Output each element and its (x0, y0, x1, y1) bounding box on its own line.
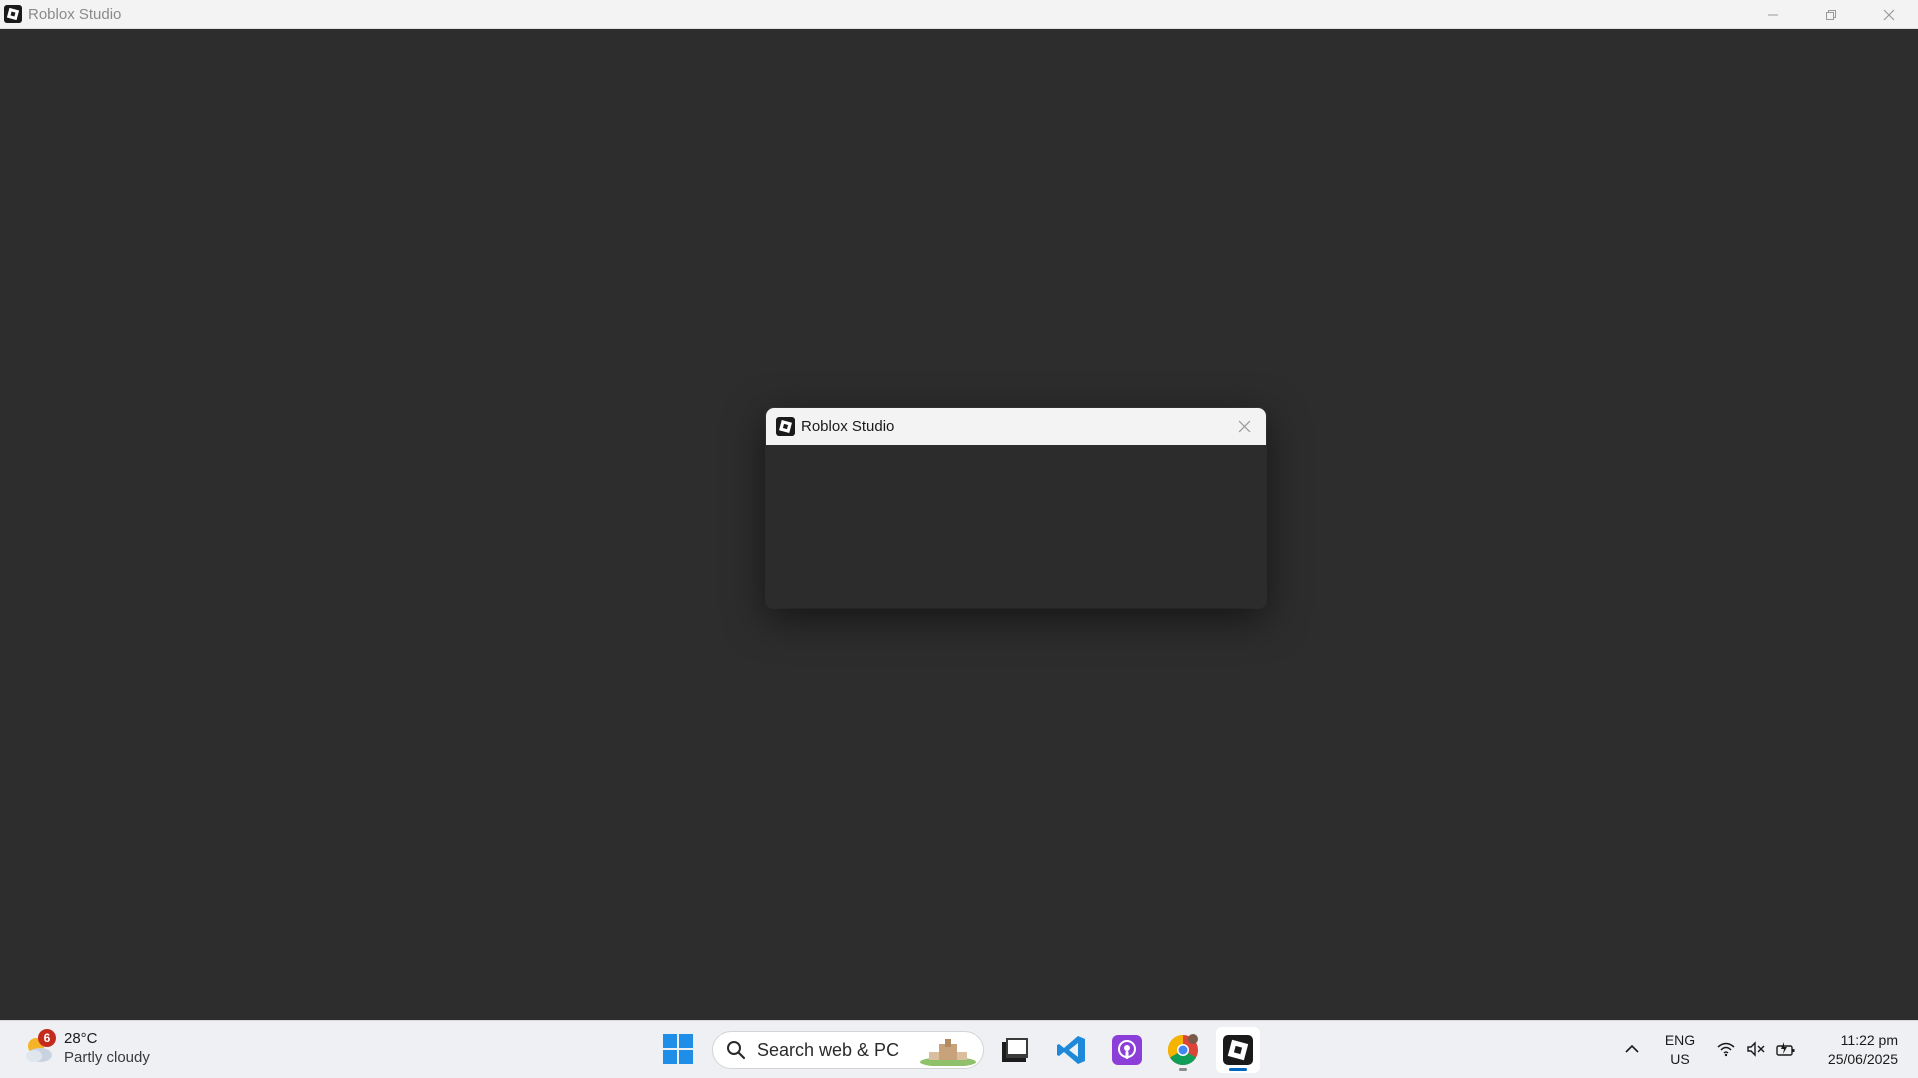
weather-condition: Partly cloudy (64, 1049, 150, 1066)
weather-badge: 6 (38, 1029, 56, 1047)
taskbar-clock[interactable]: 11:22 pm 25/06/2025 (1828, 1031, 1898, 1069)
close-icon (1238, 420, 1250, 432)
wifi-icon[interactable] (1714, 1037, 1738, 1061)
chrome-icon (1167, 1034, 1198, 1066)
dialog-body (766, 445, 1266, 608)
roblox-studio-icon (3, 5, 22, 24)
partly-cloudy-icon: 6 (22, 1029, 56, 1065)
clock-time: 11:22 pm (1840, 1032, 1898, 1048)
search-placeholder: Search web & PC (757, 1039, 900, 1060)
roblox-studio-icon (775, 417, 795, 437)
taskbar-app-file-explorer[interactable] (993, 1027, 1037, 1073)
roblox-studio-icon (1223, 1035, 1253, 1065)
minimize-icon (1768, 14, 1778, 15)
window-titlebar[interactable]: Roblox Studio (0, 0, 1918, 29)
system-tray[interactable] (1714, 1037, 1798, 1061)
close-button[interactable] (1860, 0, 1918, 29)
windows-logo-icon (663, 1034, 693, 1064)
taskbar-search[interactable]: Search web & PC (712, 1031, 984, 1069)
weather-temperature: 28°C (64, 1030, 98, 1047)
dialog-titlebar[interactable]: Roblox Studio (766, 408, 1266, 445)
weather-widget[interactable]: 6 28°C Partly cloudy (22, 1029, 150, 1067)
window-controls (1744, 0, 1918, 29)
language-code: ENG (1664, 1032, 1696, 1048)
chevron-up-icon (1625, 1044, 1639, 1053)
search-icon (725, 1039, 747, 1061)
close-icon (1883, 9, 1895, 20)
show-hidden-icons-button[interactable] (1620, 1037, 1644, 1061)
vscode-icon (1057, 1036, 1085, 1064)
taskbar-app-chrome[interactable] (1161, 1027, 1205, 1073)
clock-date: 25/06/2025 (1827, 1051, 1898, 1067)
taskbar-app-podcast[interactable] (1105, 1027, 1149, 1073)
battery-charging-icon[interactable] (1774, 1037, 1798, 1061)
taskbar-app-vs-code[interactable] (1049, 1027, 1093, 1073)
dialog-title: Roblox Studio (801, 418, 895, 435)
restore-button[interactable] (1802, 0, 1860, 29)
volume-muted-icon[interactable] (1744, 1037, 1768, 1061)
dialog-close-button[interactable] (1230, 412, 1258, 440)
running-indicator (1179, 1068, 1187, 1071)
taskbar-app-roblox-studio[interactable] (1216, 1027, 1260, 1073)
folder-icon (1002, 1038, 1028, 1062)
restore-icon (1826, 9, 1836, 20)
start-button[interactable] (660, 1031, 696, 1067)
active-indicator (1229, 1068, 1247, 1071)
taskbar: 6 28°C Partly cloudy Search web & PC ENG… (0, 1020, 1918, 1078)
language-region: US (1670, 1051, 1690, 1067)
search-highlight-icon (920, 1039, 976, 1066)
window-title: Roblox Studio (28, 5, 122, 23)
roblox-studio-dialog: Roblox Studio (766, 408, 1266, 608)
minimize-button[interactable] (1744, 0, 1802, 29)
input-language-indicator[interactable]: ENG US (1662, 1031, 1698, 1069)
podcast-icon (1112, 1035, 1142, 1065)
